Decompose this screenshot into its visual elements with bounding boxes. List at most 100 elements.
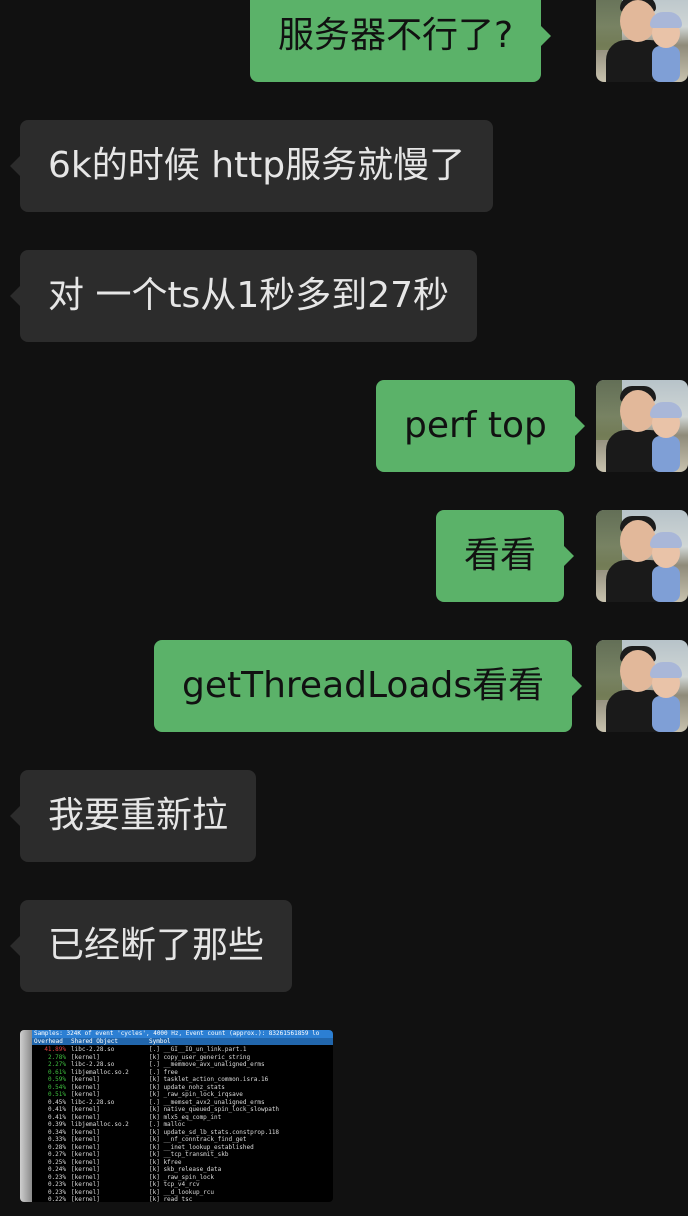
- perf-row-overhead: 2.27%: [47, 1061, 66, 1068]
- message-bubble-incoming[interactable]: 对 一个ts从1秒多到27秒: [9, 250, 478, 342]
- perf-row-overhead: 0.27%: [47, 1151, 66, 1158]
- perf-row-symbol: [.] __memset_avx2_unaligned_erms: [149, 1098, 265, 1106]
- perf-row: 0.59% [kernel] [k] tasklet_action_common.i…: [32, 1076, 333, 1084]
- perf-row: 0.23% [kernel] [k] tcp_v4_rcv: [32, 1181, 333, 1189]
- perf-row-symbol: [k] _raw_spin_lock_irqsave: [149, 1091, 243, 1098]
- perf-row-symbol: [k] copy_user_generic_string: [149, 1053, 251, 1061]
- perf-row-object: libc-2.28.so: [71, 1098, 115, 1106]
- perf-row: 0.25% [kernel] [k] kfree: [32, 1159, 333, 1167]
- perf-row: 0.54% [kernel] [k] update_nohz_stats: [32, 1084, 333, 1092]
- perf-row: 0.45% libc-2.28.so [.] __memset_avx2_unali…: [32, 1099, 333, 1107]
- perf-row: 0.34% [kernel] [k] update_sd_lb_stats.cons…: [32, 1129, 333, 1137]
- perf-header-symbol: Symbol: [149, 1038, 171, 1045]
- perf-row-symbol: [k] update_sd_lb_stats.constprop.118: [149, 1128, 280, 1136]
- perf-row-overhead: 0.39%: [47, 1121, 66, 1128]
- perf-row: 0.33% [kernel] [k] __nf_conntrack_find_get: [32, 1136, 333, 1144]
- perf-row-object: [kernel]: [71, 1113, 100, 1121]
- perf-row-symbol: [k] skb_release_data: [149, 1166, 222, 1173]
- perf-row-object: [kernel]: [71, 1196, 100, 1202]
- message-bubble-outgoing[interactable]: perf top: [376, 380, 585, 472]
- perf-row: 0.39% libjemalloc.so.2 [.] malloc: [32, 1121, 333, 1129]
- perf-row-overhead: 0.59%: [47, 1076, 66, 1083]
- perf-row: 0.41% [kernel] [k] mlx5_eq_comp_int: [32, 1114, 333, 1122]
- perf-row-object: [kernel]: [71, 1128, 100, 1136]
- perf-row: 2.27% libc-2.28.so [.] __memmove_avx_unali…: [32, 1061, 333, 1069]
- perf-rows: 41.89% libc-2.28.so [.] __GI__IO_un_link.p…: [32, 1046, 333, 1202]
- perf-row-overhead: 41.89%: [44, 1046, 66, 1053]
- perf-row: 0.24% [kernel] [k] skb_release_data: [32, 1166, 333, 1174]
- avatar[interactable]: [596, 380, 688, 472]
- perf-row: 41.89% libc-2.28.so [.] __GI__IO_un_link.p…: [32, 1046, 333, 1054]
- perf-row-symbol: [k] native_queued_spin_lock_slowpath: [149, 1106, 280, 1113]
- message-bubble-incoming[interactable]: 已经断了那些: [9, 900, 293, 992]
- perf-header-object: Shared Object: [71, 1038, 118, 1045]
- perf-row-symbol: [k] tcp_v4_rcv: [149, 1181, 200, 1188]
- perf-row: 0.61% libjemalloc.so.2 [.] free: [32, 1069, 333, 1077]
- perf-row-object: [kernel]: [71, 1151, 100, 1158]
- avatar[interactable]: [596, 510, 688, 602]
- perf-row-overhead: 0.23%: [47, 1181, 66, 1188]
- perf-row: 0.23% [kernel] [k] _raw_spin_lock: [32, 1174, 333, 1182]
- perf-row-object: [kernel]: [71, 1181, 100, 1188]
- perf-row-overhead: 0.22%: [47, 1196, 66, 1202]
- perf-row-symbol: [k] _raw_spin_lock: [149, 1173, 215, 1181]
- perf-row-overhead: 0.41%: [47, 1113, 66, 1121]
- perf-row: 0.51% [kernel] [k] _raw_spin_lock_irqsave: [32, 1091, 333, 1099]
- perf-row-object: [kernel]: [71, 1083, 100, 1091]
- perf-row-symbol: [k] __d_lookup_rcu: [149, 1188, 215, 1196]
- perf-row: 0.27% [kernel] [k] __tcp_transmit_skb: [32, 1151, 333, 1159]
- image-message-perf-top[interactable]: Samples: 324K of event 'cycles', 4000 Hz…: [20, 1030, 333, 1202]
- perf-row-object: [kernel]: [71, 1143, 100, 1151]
- perf-row-overhead: 0.51%: [47, 1091, 66, 1098]
- perf-row: 0.23% [kernel] [k] __d_lookup_rcu: [32, 1189, 333, 1197]
- perf-row-symbol: [k] __nf_conntrack_find_get: [149, 1136, 247, 1143]
- perf-row-object: [kernel]: [71, 1158, 100, 1166]
- perf-row-overhead: 2.78%: [47, 1053, 66, 1061]
- perf-samples-line: Samples: 324K of event 'cycles', 4000 Hz…: [32, 1030, 333, 1038]
- perf-row-overhead: 0.61%: [47, 1068, 66, 1076]
- message-bubble-outgoing[interactable]: getThreadLoads看看: [154, 640, 583, 732]
- perf-row-overhead: 0.24%: [47, 1166, 66, 1173]
- perf-row-object: libjemalloc.so.2: [71, 1068, 129, 1076]
- perf-row: 2.78% [kernel] [k] copy_user_generic_strin…: [32, 1054, 333, 1062]
- perf-row-overhead: 0.25%: [47, 1158, 66, 1166]
- perf-row-overhead: 0.34%: [47, 1128, 66, 1136]
- perf-row-symbol: [k] update_nohz_stats: [149, 1083, 225, 1091]
- perf-row-object: libjemalloc.so.2: [71, 1121, 129, 1128]
- avatar[interactable]: [596, 640, 688, 732]
- perf-row: 0.22% [kernel] [k] read_tsc: [32, 1196, 333, 1202]
- perf-row-symbol: [.] __memmove_avx_unaligned_erms: [149, 1061, 265, 1068]
- perf-row-symbol: [k] __tcp_transmit_skb: [149, 1151, 229, 1158]
- perf-header: Overhead Shared Object Symbol: [32, 1038, 333, 1045]
- perf-row-overhead: 0.28%: [47, 1143, 66, 1151]
- perf-row-symbol: [.] malloc: [149, 1121, 186, 1128]
- screenshot-edge: [20, 1030, 32, 1202]
- perf-row: 0.41% [kernel] [k] native_queued_spin_lock…: [32, 1106, 333, 1114]
- perf-header-overhead: Overhead: [34, 1038, 63, 1045]
- perf-row-overhead: 0.54%: [47, 1083, 66, 1091]
- message-bubble-outgoing[interactable]: 看看: [436, 510, 575, 602]
- perf-row-object: libc-2.28.so: [71, 1061, 115, 1068]
- perf-row-symbol: [k] kfree: [149, 1158, 182, 1166]
- perf-row-object: [kernel]: [71, 1173, 100, 1181]
- perf-row-symbol: [k] mlx5_eq_comp_int: [149, 1113, 222, 1121]
- message-bubble-outgoing[interactable]: 服务器不行了?: [250, 0, 552, 82]
- perf-row-object: [kernel]: [71, 1053, 100, 1061]
- perf-row-overhead: 0.41%: [47, 1106, 66, 1113]
- perf-row-object: [kernel]: [71, 1166, 100, 1173]
- avatar[interactable]: [596, 0, 688, 82]
- message-bubble-incoming[interactable]: 我要重新拉: [9, 770, 257, 862]
- perf-row-overhead: 0.45%: [47, 1098, 66, 1106]
- perf-row-symbol: [k] tasklet_action_common.isra.16: [149, 1076, 269, 1083]
- perf-row-overhead: 0.23%: [47, 1188, 66, 1196]
- perf-row: 0.28% [kernel] [k] __inet_lookup_establish…: [32, 1144, 333, 1152]
- perf-row-symbol: [k] __inet_lookup_established: [149, 1143, 254, 1151]
- perf-row-symbol: [.] __GI__IO_un_link.part.1: [149, 1046, 247, 1053]
- message-bubble-incoming[interactable]: 6k的时候 http服务就慢了: [9, 120, 494, 212]
- perf-row-symbol: [.] free: [149, 1068, 178, 1076]
- perf-row-overhead: 0.23%: [47, 1173, 66, 1181]
- perf-row-object: [kernel]: [71, 1136, 100, 1143]
- perf-row-symbol: [k] read_tsc: [149, 1196, 193, 1202]
- perf-row-object: libc-2.28.so: [71, 1046, 115, 1053]
- perf-row-object: [kernel]: [71, 1091, 100, 1098]
